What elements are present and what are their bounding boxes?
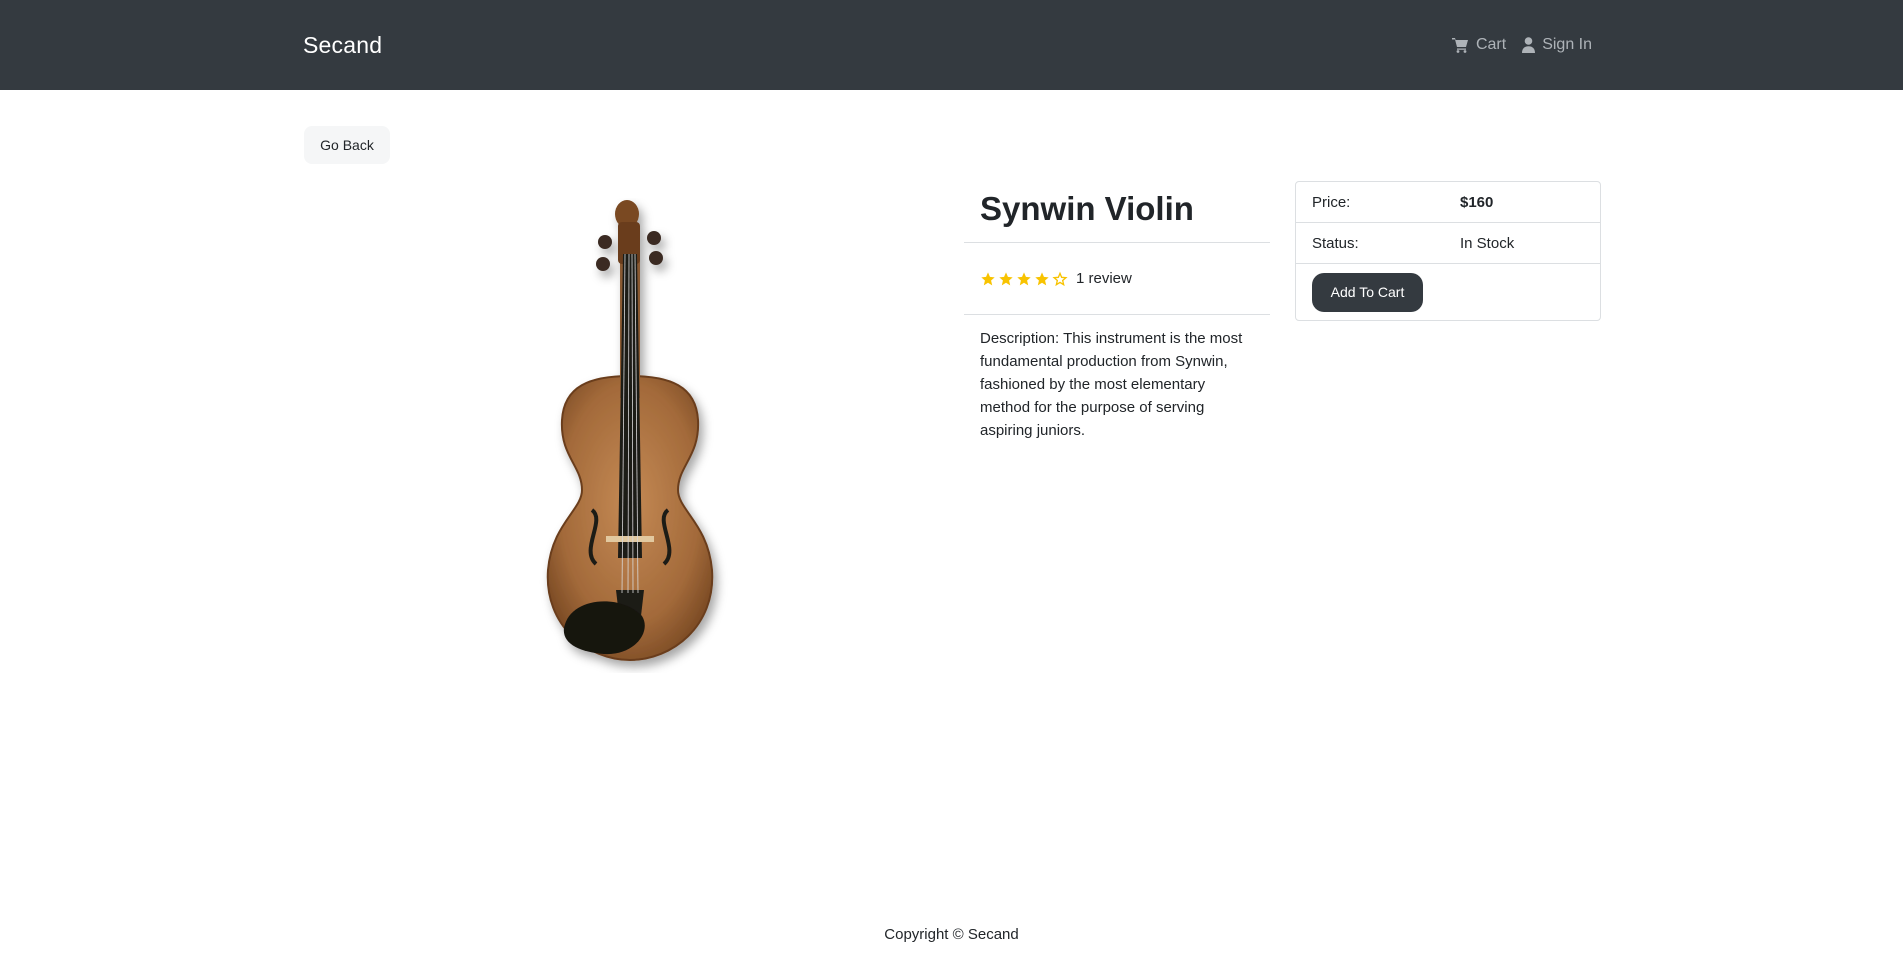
- footer: Copyright © Secand: [0, 926, 1903, 943]
- star-empty-icon: [1052, 271, 1068, 286]
- add-to-cart-row: Add To Cart: [1296, 264, 1600, 320]
- brand-link[interactable]: Secand: [303, 32, 382, 59]
- rating: 1 review: [964, 243, 1270, 315]
- rating-stars: [980, 271, 1068, 287]
- status-label: Status:: [1312, 234, 1359, 252]
- purchase-card: Price: $160 Status: In Stock Add To Cart: [1295, 181, 1601, 321]
- cart-link[interactable]: Cart: [1451, 36, 1507, 54]
- product-info: Synwin Violin 1 review Description: This…: [964, 181, 1270, 454]
- nav-links: Cart Sign In: [1451, 36, 1592, 54]
- price-row: Price: $160: [1296, 182, 1600, 223]
- product-description: Description: This instrument is the most…: [980, 330, 1243, 439]
- add-to-cart-button[interactable]: Add To Cart: [1312, 272, 1423, 312]
- product-title: Synwin Violin: [964, 181, 1270, 243]
- user-icon: [1522, 37, 1536, 53]
- price-value: $160: [1460, 193, 1494, 211]
- price-label: Price:: [1312, 193, 1351, 211]
- star-filled-icon: [1017, 271, 1031, 285]
- cart-label: Cart: [1475, 36, 1507, 53]
- signin-link[interactable]: Sign In: [1522, 36, 1592, 54]
- star-filled-icon: [1035, 271, 1049, 285]
- copyright-text: Copyright © Secand: [884, 926, 1019, 943]
- status-row: Status: In Stock: [1296, 223, 1600, 264]
- navbar: Secand Cart Sign In: [0, 0, 1903, 90]
- star-filled-icon: [981, 271, 995, 285]
- violin-image: [530, 198, 730, 673]
- go-back-button[interactable]: Go Back: [304, 126, 390, 164]
- review-count: 1 review: [1076, 270, 1132, 287]
- signin-label: Sign In: [1542, 36, 1592, 53]
- shopping-cart-icon: [1451, 38, 1468, 53]
- star-filled-icon: [999, 271, 1013, 285]
- status-value: In Stock: [1460, 234, 1515, 252]
